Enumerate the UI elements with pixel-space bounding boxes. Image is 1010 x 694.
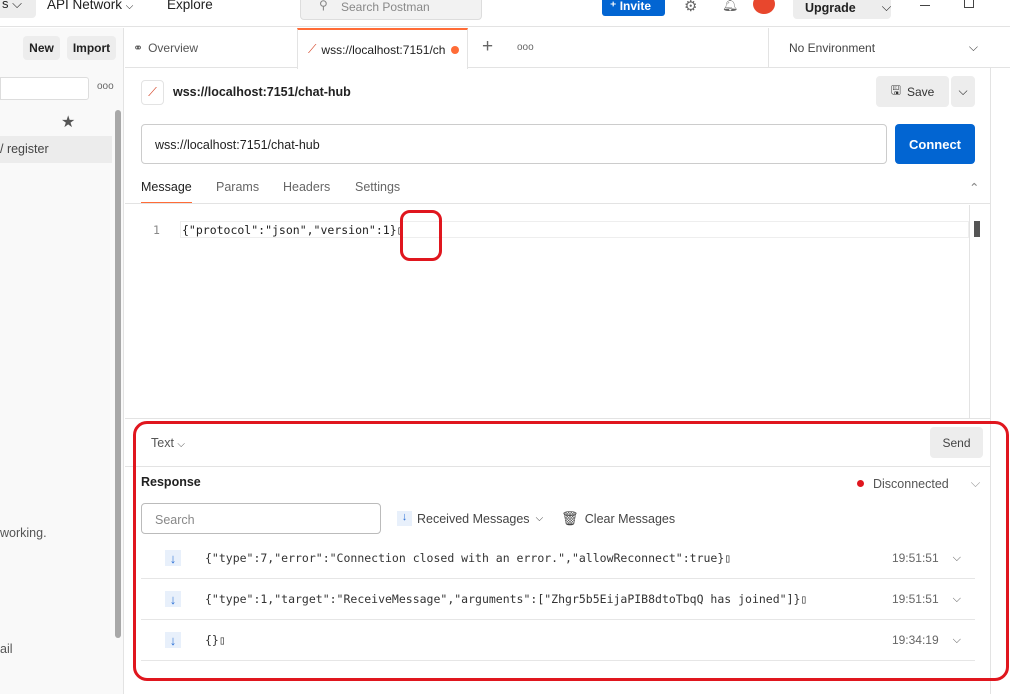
annotation-box	[400, 210, 442, 261]
workspaces-menu[interactable]: s ⌵	[0, 0, 36, 18]
sidebar-scrollbar[interactable]	[115, 110, 121, 638]
upgrade-label: Upgrade	[805, 0, 856, 15]
scroll-thumb[interactable]	[974, 221, 980, 237]
websocket-icon: ⟋	[308, 42, 317, 56]
save-icon: 🖫︎	[890, 83, 901, 97]
tab-label: Overview	[148, 41, 199, 55]
sidebar-text: working.	[0, 526, 47, 540]
avatar[interactable]	[753, 0, 775, 14]
url-input[interactable]: wss://localhost:7151/chat-hub	[141, 124, 887, 164]
maximize-button[interactable]	[964, 0, 974, 8]
top-bar: s ⌵ API Network ⌵ Explore ⚲ Search Postma…	[0, 0, 1010, 27]
editor-divider	[125, 418, 990, 419]
request-title: wss://localhost:7151/chat-hub	[173, 85, 351, 99]
tab-more-icon[interactable]: ooo	[517, 42, 534, 53]
subtab-params[interactable]: Params	[216, 180, 259, 194]
overview-icon: ⚭	[133, 41, 144, 55]
editor-scrollbar[interactable]	[969, 205, 989, 418]
workspaces-label: s	[2, 0, 9, 11]
save-label: Save	[906, 84, 935, 99]
unsaved-dot-icon	[451, 45, 460, 54]
search-input[interactable]: ⚲ Search Postman	[300, 0, 482, 20]
new-button[interactable]: New	[23, 36, 60, 60]
collapse-icon[interactable]: ⌃	[969, 180, 979, 195]
url-value: wss://localhost:7151/chat-hub	[155, 138, 320, 152]
subtab-settings[interactable]: Settings	[355, 180, 400, 194]
tab-websocket-request[interactable]: ⟋ wss://localhost:7151/ch	[297, 28, 468, 69]
add-user-icon: ⁺	[610, 0, 617, 13]
explore-link[interactable]: Explore	[167, 0, 213, 12]
api-network-menu[interactable]: API Network ⌵	[47, 0, 133, 12]
tab-label: wss://localhost:7151/ch	[321, 42, 446, 57]
invite-label: Invite	[619, 0, 652, 13]
search-icon: ⚲	[319, 0, 328, 12]
editor-content: {"protocol":"json","version":1}▯	[182, 223, 404, 237]
tab-overview[interactable]: ⚭ Overview	[133, 28, 198, 68]
message-editor[interactable]: 1 {"protocol":"json","version":1}▯	[125, 205, 969, 418]
connect-button[interactable]: Connect	[895, 124, 975, 164]
annotation-box	[133, 421, 1009, 681]
chevron-down-icon: ⌵	[125, 1, 134, 12]
notifications-icon[interactable]: 🔔︎	[722, 0, 739, 13]
sidebar-filter-input[interactable]	[0, 77, 89, 100]
environment-select[interactable]: No Environment ⌵	[768, 28, 990, 68]
import-button[interactable]: Import	[67, 36, 116, 60]
save-options-button[interactable]: ⌵	[951, 76, 975, 107]
chevron-down-icon: ⌵	[881, 0, 892, 14]
subtab-message[interactable]: Message	[141, 180, 192, 204]
subtab-headers[interactable]: Headers	[283, 180, 330, 194]
star-icon[interactable]: ★	[61, 112, 75, 132]
environment-label: No Environment	[789, 41, 876, 55]
chevron-down-icon: ⌵	[968, 40, 978, 54]
search-placeholder: Search Postman	[341, 0, 430, 14]
save-button[interactable]: 🖫︎ Save	[876, 76, 949, 107]
settings-icon[interactable]: ⚙	[684, 0, 697, 15]
new-tab-button[interactable]: +	[482, 36, 493, 58]
upgrade-button[interactable]: Upgrade ⌵	[793, 0, 891, 19]
minimize-button[interactable]	[920, 5, 930, 6]
line-number: 1	[153, 223, 160, 237]
request-icon: ⟋	[141, 80, 164, 105]
more-icon[interactable]: ooo	[97, 81, 114, 92]
subtab-divider	[125, 203, 990, 204]
sidebar-item-register[interactable]: / register	[0, 136, 112, 163]
api-network-label: API Network	[47, 0, 123, 12]
sidebar-text: ail	[0, 642, 13, 656]
invite-button[interactable]: ⁺ Invite	[602, 0, 665, 16]
sidebar-item-label: / register	[0, 142, 49, 156]
sidebar: New Import ooo ★ / register working. ail	[0, 28, 124, 694]
